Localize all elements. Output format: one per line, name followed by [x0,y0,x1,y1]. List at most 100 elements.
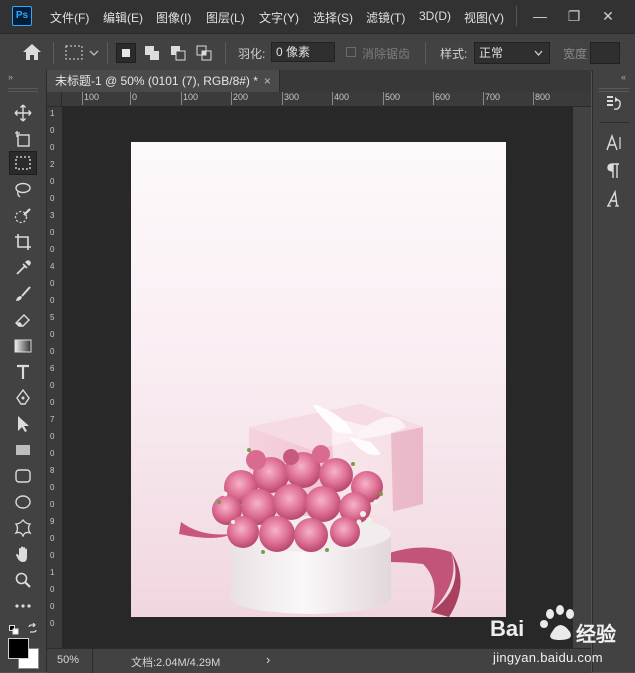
rounded-rectangle-tool-icon[interactable] [9,464,37,488]
status-divider [92,649,93,673]
custom-shape-tool-icon[interactable] [9,516,37,540]
ruler-v-tick: 9 [50,517,55,526]
brush-tool-icon[interactable] [9,282,37,306]
ruler-v-tick: 0 [50,398,55,407]
eraser-tool-icon[interactable] [9,308,37,332]
ruler-v-tick: 1 [50,109,55,118]
panel-collapse-button[interactable]: « [621,72,626,82]
ruler-v-tick: 8 [50,466,55,475]
ruler-v-tick: 0 [50,500,55,509]
minimize-button[interactable]: — [523,0,557,33]
tools-panel: » [0,70,47,672]
ellipse-tool-icon[interactable] [9,490,37,514]
ruler-v-tick: 2 [50,160,55,169]
antialias-checkbox[interactable] [346,47,356,57]
move-tool-icon[interactable] [9,101,37,125]
quick-selection-tool-icon[interactable] [9,204,37,228]
crop-tool-icon[interactable] [9,230,37,254]
menu-image[interactable]: 图像(I) [156,9,191,26]
ruler-v-tick: 0 [50,449,55,458]
ruler-h-tick: 400 [331,92,350,105]
subtract-selection-icon[interactable] [168,43,188,63]
options-divider [107,42,108,64]
close-window-button[interactable]: ✕ [591,0,625,33]
ruler-v-tick: 0 [50,330,55,339]
ruler-v-tick: 0 [50,534,55,543]
vertical-ruler[interactable]: 1 0 0 2 0 0 3 0 0 4 0 0 5 0 0 6 0 0 7 0 0 8 0 0 9 0 0 1 0 0 0 [47,107,63,648]
width-label: 宽度 [563,47,588,61]
width-input[interactable] [590,42,620,64]
ruler-v-tick: 5 [50,313,55,322]
ruler-v-tick: 0 [50,177,55,186]
ruler-h-tick: 100 [180,92,199,105]
document-tab[interactable]: 未标题-1 @ 50% (0101 (7), RGB/8#) * × [47,70,280,92]
ruler-h-tick: 500 [382,92,401,105]
vertical-scrollbar[interactable] [573,107,591,648]
toolbar-collapse-button[interactable]: » [8,72,13,82]
menu-type[interactable]: 文字(Y) [259,9,299,26]
gradient-tool-icon[interactable] [9,334,37,358]
ruler-origin[interactable] [47,92,62,107]
restore-button[interactable]: ❐ [557,0,591,33]
path-selection-tool-icon[interactable] [9,412,37,436]
chevron-down-icon [534,50,543,56]
menu-divider [516,6,517,26]
history-icon[interactable] [601,94,627,118]
panel-grip[interactable] [599,88,629,92]
glyphs-icon[interactable] [601,189,627,214]
more-tools-icon[interactable] [9,594,37,618]
menu-layer[interactable]: 图层(L) [206,9,245,26]
zoom-level[interactable]: 50% [57,654,79,666]
ruler-v-tick: 1 [50,568,55,577]
menu-view[interactable]: 视图(V) [464,9,504,26]
menu-edit[interactable]: 编辑(E) [103,9,143,26]
swap-colors-icon[interactable] [27,622,38,637]
rectangle-tool-icon[interactable] [9,438,37,462]
document-tab-title: 未标题-1 @ 50% (0101 (7), RGB/8#) * [55,74,258,88]
menu-file[interactable]: 文件(F) [50,9,89,26]
horizontal-ruler[interactable]: 100 0 100 200 300 400 500 600 700 800 [62,92,591,107]
watermark-brand: Bai [490,616,525,641]
pen-tool-icon[interactable] [9,386,37,410]
document-canvas[interactable] [131,142,506,617]
marquee-preset-icon[interactable] [64,44,100,65]
feather-label: 羽化: [238,47,266,61]
home-icon[interactable] [22,43,42,64]
feather-input[interactable]: 0 像素 [271,42,335,62]
toolbar-grip[interactable] [8,88,38,92]
intersect-selection-icon[interactable] [194,43,214,63]
ruler-v-tick: 0 [50,602,55,611]
ruler-v-tick: 0 [50,619,55,628]
options-divider [225,42,226,64]
menu-bar: Ps 文件(F) 编辑(E) 图像(I) 图层(L) 文字(Y) 选择(S) 滤… [0,0,635,34]
zoom-tool-icon[interactable] [9,568,37,592]
eyedropper-tool-icon[interactable] [9,256,37,280]
style-select[interactable]: 正常 [474,42,550,64]
status-menu-arrow[interactable]: › [266,652,270,667]
lasso-tool-icon[interactable] [9,178,37,202]
baidu-jingyan-watermark: Bai 经验 jingyan.baidu.com [488,598,635,672]
foreground-color-swatch[interactable] [8,638,29,659]
ruler-h-tick: 200 [230,92,249,105]
paragraph-icon[interactable] [601,162,627,186]
ruler-v-tick: 0 [50,194,55,203]
options-divider [425,42,426,64]
default-colors-icon[interactable] [9,624,19,638]
ruler-v-tick: 0 [50,245,55,254]
new-selection-icon[interactable] [116,43,136,63]
menu-3d[interactable]: 3D(D) [419,9,451,23]
menu-select[interactable]: 选择(S) [313,9,353,26]
ruler-v-tick: 0 [50,381,55,390]
ruler-v-tick: 0 [50,483,55,492]
right-panel-dock: « [592,70,635,672]
type-tool-icon[interactable] [9,360,37,384]
close-tab-icon[interactable]: × [264,74,271,88]
hand-tool-icon[interactable] [9,542,37,566]
character-icon[interactable] [601,133,627,158]
menu-filter[interactable]: 滤镜(T) [366,9,405,26]
add-selection-icon[interactable] [142,43,162,63]
artboard-tool-icon[interactable] [9,127,37,151]
ruler-v-tick: 0 [50,279,55,288]
rectangular-marquee-tool-icon[interactable] [9,151,37,175]
style-select-value: 正常 [479,46,504,60]
